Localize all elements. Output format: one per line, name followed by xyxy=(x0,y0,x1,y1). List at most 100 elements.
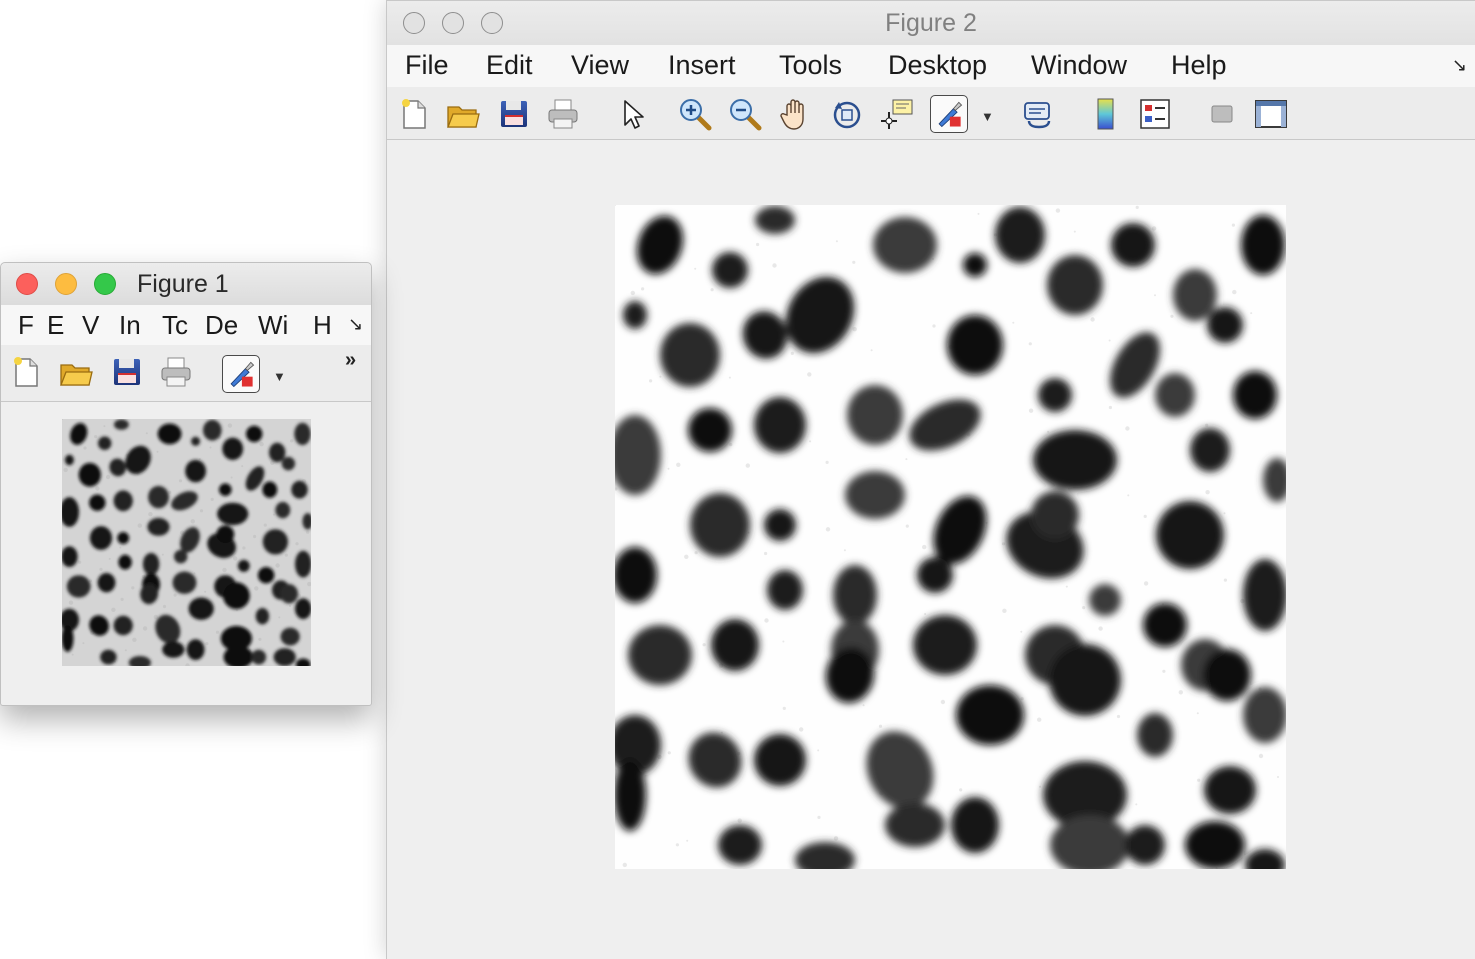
zoom-button[interactable] xyxy=(94,273,116,295)
menu-edit[interactable]: E xyxy=(47,310,64,341)
toolbar-overflow-icon[interactable]: » xyxy=(345,349,356,372)
particle xyxy=(1243,559,1286,631)
pointer-icon[interactable] xyxy=(613,95,651,133)
texture-speck xyxy=(1108,339,1111,342)
particle xyxy=(1190,428,1230,472)
texture-speck xyxy=(132,637,137,642)
particle xyxy=(281,456,296,471)
texture-speck xyxy=(1232,289,1237,295)
texture-speck xyxy=(686,839,689,842)
menu-file[interactable]: File xyxy=(405,50,449,81)
menu-desktop[interactable]: Desktop xyxy=(888,50,987,81)
particle xyxy=(269,442,286,463)
brush-dropdown-icon[interactable]: ▼ xyxy=(273,369,286,384)
zoom-in-icon[interactable] xyxy=(676,95,714,133)
brush-icon[interactable] xyxy=(222,355,260,393)
data-cursor-icon[interactable] xyxy=(878,95,916,133)
particle xyxy=(157,423,182,445)
texture-speck xyxy=(222,567,227,573)
texture-speck xyxy=(659,375,662,378)
new-figure-icon[interactable] xyxy=(7,353,45,391)
new-figure-icon[interactable] xyxy=(395,95,433,133)
texture-speck xyxy=(111,607,116,612)
texture-speck xyxy=(275,563,280,568)
particle xyxy=(913,615,977,675)
close-button[interactable] xyxy=(16,273,38,295)
rotate-3d-icon[interactable] xyxy=(828,95,866,133)
particle xyxy=(615,547,657,603)
menu-window[interactable]: Wi xyxy=(258,310,288,341)
pan-hand-icon[interactable] xyxy=(777,95,815,133)
menu-view[interactable]: View xyxy=(571,50,629,81)
texture-speck xyxy=(272,513,275,516)
particle xyxy=(1047,255,1103,315)
texture-speck xyxy=(922,544,927,550)
texture-speck xyxy=(306,530,310,534)
texture-speck xyxy=(667,467,670,470)
minimize-button[interactable] xyxy=(55,273,77,295)
texture-speck xyxy=(235,609,238,612)
texture-speck xyxy=(720,731,723,734)
particle xyxy=(219,483,232,496)
menu-help[interactable]: Help xyxy=(1171,50,1227,81)
texture-speck xyxy=(68,600,74,605)
particle xyxy=(1207,307,1243,343)
menu-file[interactable]: F xyxy=(18,310,34,341)
menu-help[interactable]: H xyxy=(313,310,332,341)
texture-speck xyxy=(702,643,706,647)
particle xyxy=(172,571,197,594)
texture-speck xyxy=(173,593,177,597)
particle xyxy=(246,425,263,443)
texture-speck xyxy=(809,440,812,443)
menu-tools[interactable]: Tools xyxy=(779,50,842,81)
save-icon[interactable] xyxy=(495,95,533,133)
texture-speck xyxy=(1135,205,1139,209)
print-icon[interactable] xyxy=(157,353,195,391)
particle xyxy=(113,615,133,636)
hide-plot-tools-icon[interactable] xyxy=(1203,95,1241,133)
menu-insert[interactable]: Insert xyxy=(668,50,736,81)
title-bar: Figure 1 xyxy=(1,263,371,306)
particle xyxy=(118,554,132,570)
texture-speck xyxy=(825,527,831,532)
texture-speck xyxy=(233,556,238,561)
particle xyxy=(148,485,169,509)
menu-edit[interactable]: Edit xyxy=(486,50,533,81)
texture-speck xyxy=(83,446,87,450)
menu-insert[interactable]: In xyxy=(119,310,141,341)
texture-speck xyxy=(1170,314,1174,318)
texture-speck xyxy=(103,425,106,428)
dock-arrow-icon[interactable]: ↘ xyxy=(348,314,363,335)
particle xyxy=(64,454,74,466)
particle-image xyxy=(615,205,1286,869)
particle xyxy=(1155,373,1195,417)
open-file-icon[interactable] xyxy=(444,95,482,133)
menu-desktop[interactable]: De xyxy=(205,310,238,341)
legend-icon[interactable] xyxy=(1136,95,1174,133)
dock-arrow-icon[interactable]: ↘ xyxy=(1452,55,1467,76)
print-icon[interactable] xyxy=(544,95,582,133)
texture-speck xyxy=(142,626,148,631)
brush-dropdown-icon[interactable]: ▼ xyxy=(981,109,994,124)
particle xyxy=(1038,378,1072,412)
texture-speck xyxy=(145,432,148,435)
menu-window[interactable]: Window xyxy=(1031,50,1127,81)
image-axes[interactable] xyxy=(615,205,1286,869)
particle xyxy=(845,471,905,519)
open-file-icon[interactable] xyxy=(57,353,95,391)
menu-view[interactable]: V xyxy=(82,310,99,341)
texture-speck xyxy=(833,836,839,841)
menu-tools[interactable]: Tc xyxy=(162,310,188,341)
texture-speck xyxy=(1012,321,1015,324)
particle xyxy=(660,323,720,387)
brush-icon[interactable] xyxy=(930,95,968,133)
save-icon[interactable] xyxy=(108,353,146,391)
texture-speck xyxy=(641,287,645,291)
texture-speck xyxy=(1223,512,1226,515)
colorbar-icon[interactable] xyxy=(1087,95,1125,133)
link-plot-icon[interactable] xyxy=(1019,95,1057,133)
image-axes[interactable] xyxy=(62,419,311,666)
particle xyxy=(873,217,937,273)
zoom-out-icon[interactable] xyxy=(726,95,764,133)
show-plot-tools-icon[interactable] xyxy=(1252,95,1290,133)
